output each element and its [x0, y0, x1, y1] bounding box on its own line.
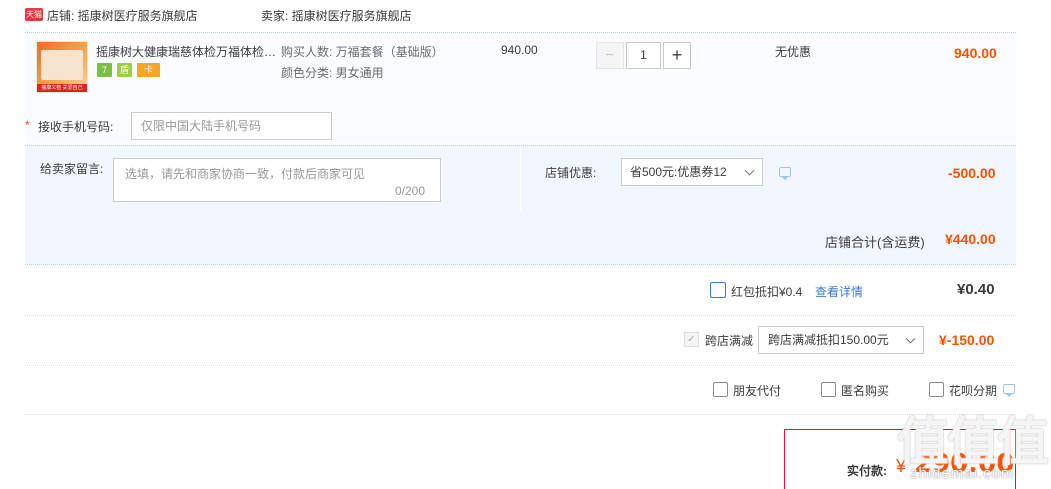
shop-coupon-label: 店铺优惠: [545, 166, 597, 180]
watermark-logo: 值值值 [897, 414, 1049, 472]
item-subtotal: 940.00 [954, 45, 997, 61]
chat-bubble-icon[interactable] [1003, 384, 1015, 397]
chevron-down-icon [744, 165, 755, 176]
watermark-site: zhidemai.com [910, 465, 1015, 482]
hongbao-details-link[interactable]: 查看详情 [815, 283, 863, 300]
divider [25, 414, 1016, 415]
divider [520, 146, 521, 212]
phone-input[interactable]: 仅限中国大陆手机号码 [131, 112, 332, 140]
credit-card-icon[interactable]: 卡 [137, 63, 160, 77]
shop-coupon-selected: 省500元:优惠券12 [630, 165, 727, 179]
hongbao-checkbox[interactable] [710, 282, 726, 298]
message-char-counter: 0/200 [395, 184, 426, 198]
cross-store-select[interactable]: 跨店满减抵扣150.00元 [758, 326, 924, 354]
quantity-input[interactable]: 1 [626, 42, 661, 69]
quantity-increase-button[interactable]: + [663, 42, 691, 69]
item-discount: 无优惠 [775, 45, 812, 59]
product-title-link[interactable]: 摇康树大健康瑞慈体检万福体检… [96, 43, 276, 60]
anonymous-label: 匿名购买 [841, 384, 890, 398]
shop-name[interactable]: 店铺: 摇康树医疗服务旗舰店 [47, 7, 198, 24]
chevron-down-icon [905, 333, 916, 344]
huabei-label: 花呗分期 [949, 384, 998, 398]
chat-bubble-icon[interactable] [779, 167, 791, 180]
sku-package: 购买人数: 万福套餐（基础版） [281, 45, 444, 59]
cross-store-label: 跨店满减 [705, 334, 754, 348]
tmall-logo: 天猫 [25, 8, 43, 21]
thumbnail-caption: 摇康义检 关爱自己 [37, 84, 87, 92]
hongbao-label: 红包抵扣¥0.4 [731, 285, 803, 299]
friend-pay-label: 朋友代付 [733, 384, 782, 398]
required-mark: * [25, 118, 30, 132]
cross-store-selected: 跨店满减抵扣150.00元 [768, 333, 889, 347]
product-thumbnail[interactable]: 摇康义检 关爱自己 [36, 41, 88, 93]
guarantee-shield-icon[interactable]: 盾 [117, 63, 132, 77]
shop-total-amount: ¥440.00 [945, 231, 996, 247]
cross-store-amount: ¥-150.00 [939, 332, 995, 348]
cross-store-checkbox: ✓ [684, 332, 699, 347]
phone-label: 接收手机号码: [38, 120, 114, 134]
message-placeholder: 选填，请先和商家协商一致，付款后商家可见 [125, 167, 366, 181]
shop-total-label: 店铺合计(含运费) [825, 235, 925, 250]
sku-color: 颜色分类: 男女通用 [281, 66, 384, 80]
divider [25, 315, 1016, 316]
quantity-decrease-button[interactable]: − [596, 42, 624, 69]
hongbao-amount: ¥0.40 [957, 281, 995, 298]
seller-name[interactable]: 卖家: 摇康树医疗服务旗舰店 [261, 7, 412, 24]
payment-label: 实付款: [847, 464, 887, 478]
anonymous-checkbox[interactable] [821, 382, 836, 397]
shop-coupon-amount: -500.00 [948, 165, 996, 181]
message-label: 给卖家留言: [40, 162, 104, 176]
huabei-checkbox[interactable] [929, 382, 944, 397]
thumbnail-photo [41, 50, 83, 80]
seven-day-return-icon[interactable]: 7 [97, 63, 112, 77]
friend-pay-checkbox[interactable] [713, 382, 728, 397]
shop-coupon-select[interactable]: 省500元:优惠券12 [621, 158, 763, 186]
divider [25, 365, 1016, 366]
unit-price: 940.00 [501, 43, 538, 57]
